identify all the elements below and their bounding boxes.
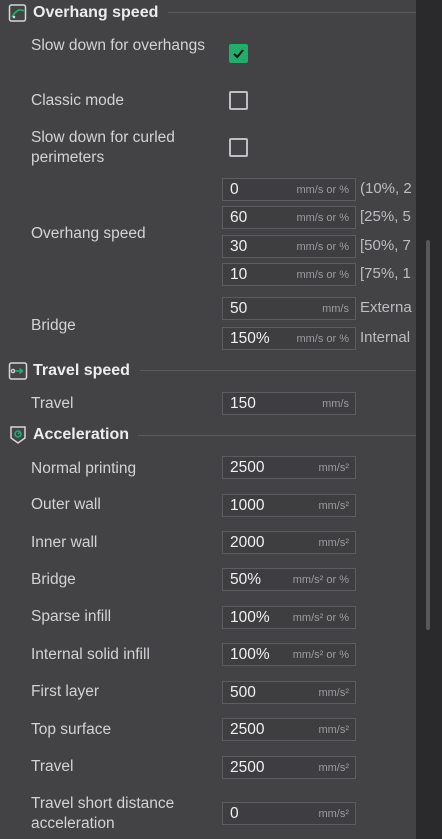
overhang-speed-field-2[interactable]: 60 mm/s or % (222, 206, 356, 229)
accel-label-internal-solid-infill: Internal solid infill (31, 646, 150, 663)
field-unit: mm/s² (318, 723, 349, 736)
accel-label-first-layer: First layer (31, 683, 100, 700)
field-value: 2000 (230, 533, 265, 551)
section-title: Overhang speed (33, 4, 159, 21)
slow-down-overhangs-label: Slow down for overhangs (31, 37, 206, 54)
field-value: 1000 (230, 496, 265, 514)
field-value: 150% (230, 329, 270, 347)
slow-down-overhangs-checkbox[interactable] (229, 44, 248, 63)
overhang-speed-label: Overhang speed (31, 225, 146, 242)
overhang-speed-field-4[interactable]: 10 mm/s or % (222, 263, 356, 286)
accel-field-top-surface[interactable]: 2500 mm/s² (222, 718, 356, 741)
overhang-speed-icon (8, 3, 28, 23)
field-unit: mm/s or % (296, 268, 349, 281)
field-unit: mm/s² or % (292, 573, 349, 586)
classic-mode-checkbox[interactable] (229, 91, 248, 110)
accel-field-normal-printing[interactable]: 2500 mm/s² (222, 456, 356, 479)
bridge-speed-label: Bridge (31, 317, 76, 334)
checkmark-icon (233, 49, 244, 59)
field-value: 500 (230, 683, 256, 701)
accel-field-bridge[interactable]: 50% mm/s² or % (222, 568, 356, 591)
divider (138, 435, 416, 436)
accel-label-top-surface: Top surface (31, 721, 112, 738)
section-travel-speed: Travel speed (8, 361, 130, 381)
field-unit: mm/s² (318, 461, 349, 474)
field-value: 60 (230, 208, 248, 226)
accel-label-normal-printing: Normal printing (31, 460, 137, 477)
field-unit: mm/s or % (296, 332, 349, 345)
accel-label-bridge: Bridge (31, 571, 76, 588)
bridge-hint-external: Externa (360, 299, 412, 316)
section-title: Travel speed (33, 362, 130, 379)
field-unit: mm/s² (318, 807, 349, 820)
curled-perimeters-label: Slow down for curled perimeters (31, 129, 175, 166)
field-unit: mm/s² (318, 536, 349, 549)
field-value: 150 (230, 394, 256, 412)
accel-field-internal-solid-infill[interactable]: 100% mm/s² or % (222, 643, 356, 666)
section-title: Acceleration (33, 426, 130, 443)
field-value: 100% (230, 608, 270, 626)
accel-label-travel: Travel (31, 758, 74, 775)
accel-field-travel[interactable]: 2500 mm/s² (222, 756, 356, 779)
field-unit: mm/s or % (296, 211, 349, 224)
field-value: 100% (230, 645, 270, 663)
overhang-hint-3: [50%, 7 (360, 237, 411, 254)
field-unit: mm/s² or % (292, 648, 349, 661)
acceleration-icon (8, 425, 28, 445)
accel-field-outer-wall[interactable]: 1000 mm/s² (222, 494, 356, 517)
divider (140, 370, 416, 371)
accel-label-travel-short-distance: Travel short distance acceleration (31, 795, 175, 832)
field-value: 50 (230, 299, 248, 317)
field-value: 2500 (230, 720, 265, 738)
accel-field-travel-short-distance[interactable]: 0 mm/s² (222, 802, 356, 825)
field-value: 50% (230, 570, 262, 588)
travel-speed-field[interactable]: 150 mm/s (222, 392, 356, 415)
field-value: 2500 (230, 458, 265, 476)
classic-mode-label: Classic mode (31, 92, 125, 109)
bridge-external-field[interactable]: 50 mm/s (222, 297, 356, 320)
divider (168, 12, 416, 13)
accel-label-sparse-infill: Sparse infill (31, 608, 112, 625)
accel-label-inner-wall: Inner wall (31, 534, 98, 551)
field-value: 2500 (230, 758, 265, 776)
field-unit: mm/s or % (296, 183, 349, 196)
overhang-hint-4: [75%, 1 (360, 265, 411, 282)
overhang-speed-field-3[interactable]: 30 mm/s or % (222, 235, 356, 258)
field-value: 30 (230, 237, 248, 255)
overhang-speed-field-1[interactable]: 0 mm/s or % (222, 178, 356, 201)
field-value: 0 (230, 180, 239, 198)
scrollbar-thumb[interactable] (426, 240, 430, 630)
section-overhang-speed: Overhang speed (8, 3, 158, 23)
overhang-hint-1: (10%, 2 (360, 180, 412, 197)
field-value: 10 (230, 265, 248, 283)
accel-field-sparse-infill[interactable]: 100% mm/s² or % (222, 606, 356, 629)
curled-perimeters-checkbox[interactable] (229, 138, 248, 157)
field-unit: mm/s (322, 397, 349, 410)
field-value: 0 (230, 804, 239, 822)
travel-speed-label: Travel (31, 395, 74, 412)
field-unit: mm/s² or % (292, 611, 349, 624)
field-unit: mm/s (322, 302, 349, 315)
travel-speed-icon (8, 361, 28, 381)
accel-field-first-layer[interactable]: 500 mm/s² (222, 681, 356, 704)
field-unit: mm/s or % (296, 240, 349, 253)
accel-field-inner-wall[interactable]: 2000 mm/s² (222, 531, 356, 554)
field-unit: mm/s² (318, 761, 349, 774)
overhang-hint-2: [25%, 5 (360, 208, 411, 225)
field-unit: mm/s² (318, 499, 349, 512)
settings-panel: Overhang speed Slow down for overhangs C… (0, 0, 416, 839)
bridge-internal-field[interactable]: 150% mm/s or % (222, 327, 356, 350)
bridge-hint-internal: Internal (360, 329, 411, 346)
section-acceleration: Acceleration (8, 425, 129, 445)
field-unit: mm/s² (318, 686, 349, 699)
accel-label-outer-wall: Outer wall (31, 496, 101, 513)
